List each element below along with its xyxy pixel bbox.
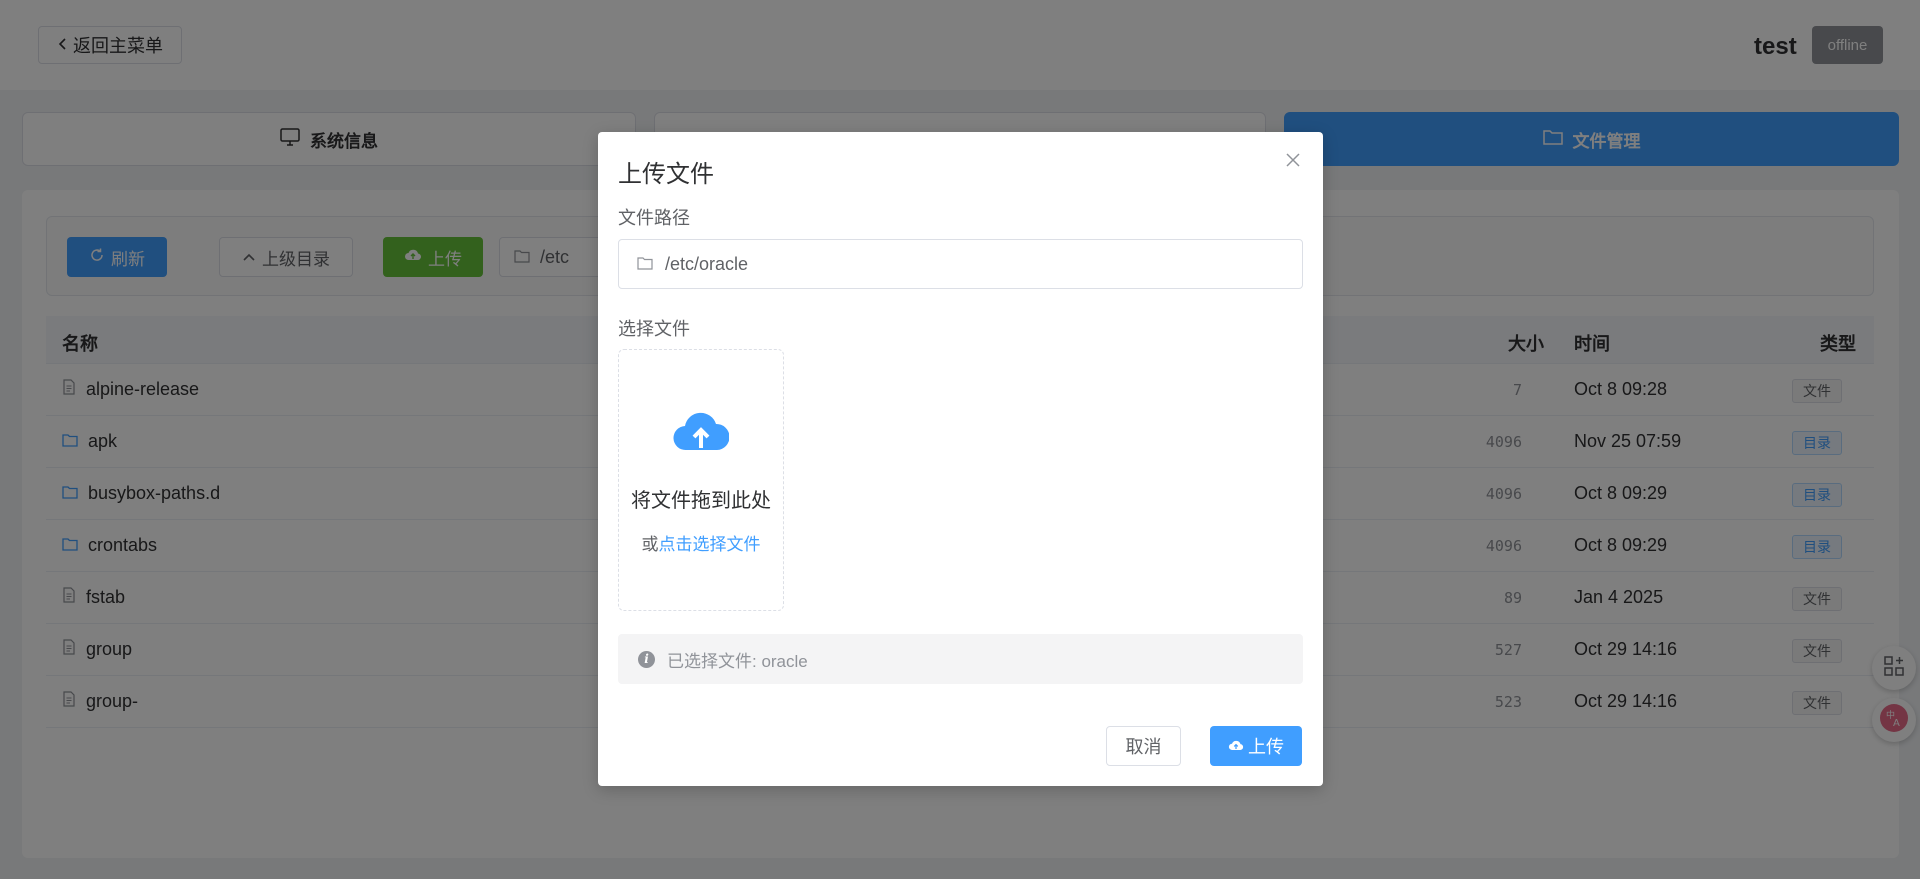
cloud-upload-icon [673, 408, 730, 457]
cloud-upload-icon [1228, 736, 1244, 757]
selected-file-info: i 已选择文件: oracle [618, 634, 1303, 684]
confirm-upload-label: 上传 [1248, 737, 1284, 757]
file-path-value: /etc/oracle [665, 253, 749, 274]
select-file-label: 选择文件 [618, 319, 690, 339]
drop-zone-hint: 或点击选择文件 [619, 530, 783, 555]
drop-zone-or: 或 [641, 535, 659, 554]
drop-zone-title: 将文件拖到此处 [631, 490, 771, 512]
dialog-title: 上传文件 [618, 161, 714, 188]
folder-icon [637, 254, 653, 275]
selected-file-text: 已选择文件: oracle [667, 651, 808, 671]
file-drop-zone[interactable]: 将文件拖到此处 或点击选择文件 [618, 349, 784, 611]
upload-file-dialog: 上传文件 文件路径 /etc/oracle 选择文件 将文件拖到此处 或点击选择… [598, 132, 1323, 786]
select-file-link[interactable]: 点击选择文件 [659, 535, 761, 554]
file-path-input[interactable]: /etc/oracle [618, 239, 1303, 289]
info-icon: i [638, 650, 655, 668]
close-icon[interactable] [1283, 150, 1303, 170]
file-path-label: 文件路径 [618, 208, 690, 228]
cancel-button[interactable]: 取消 [1106, 726, 1181, 766]
confirm-upload-button[interactable]: 上传 [1210, 726, 1302, 766]
